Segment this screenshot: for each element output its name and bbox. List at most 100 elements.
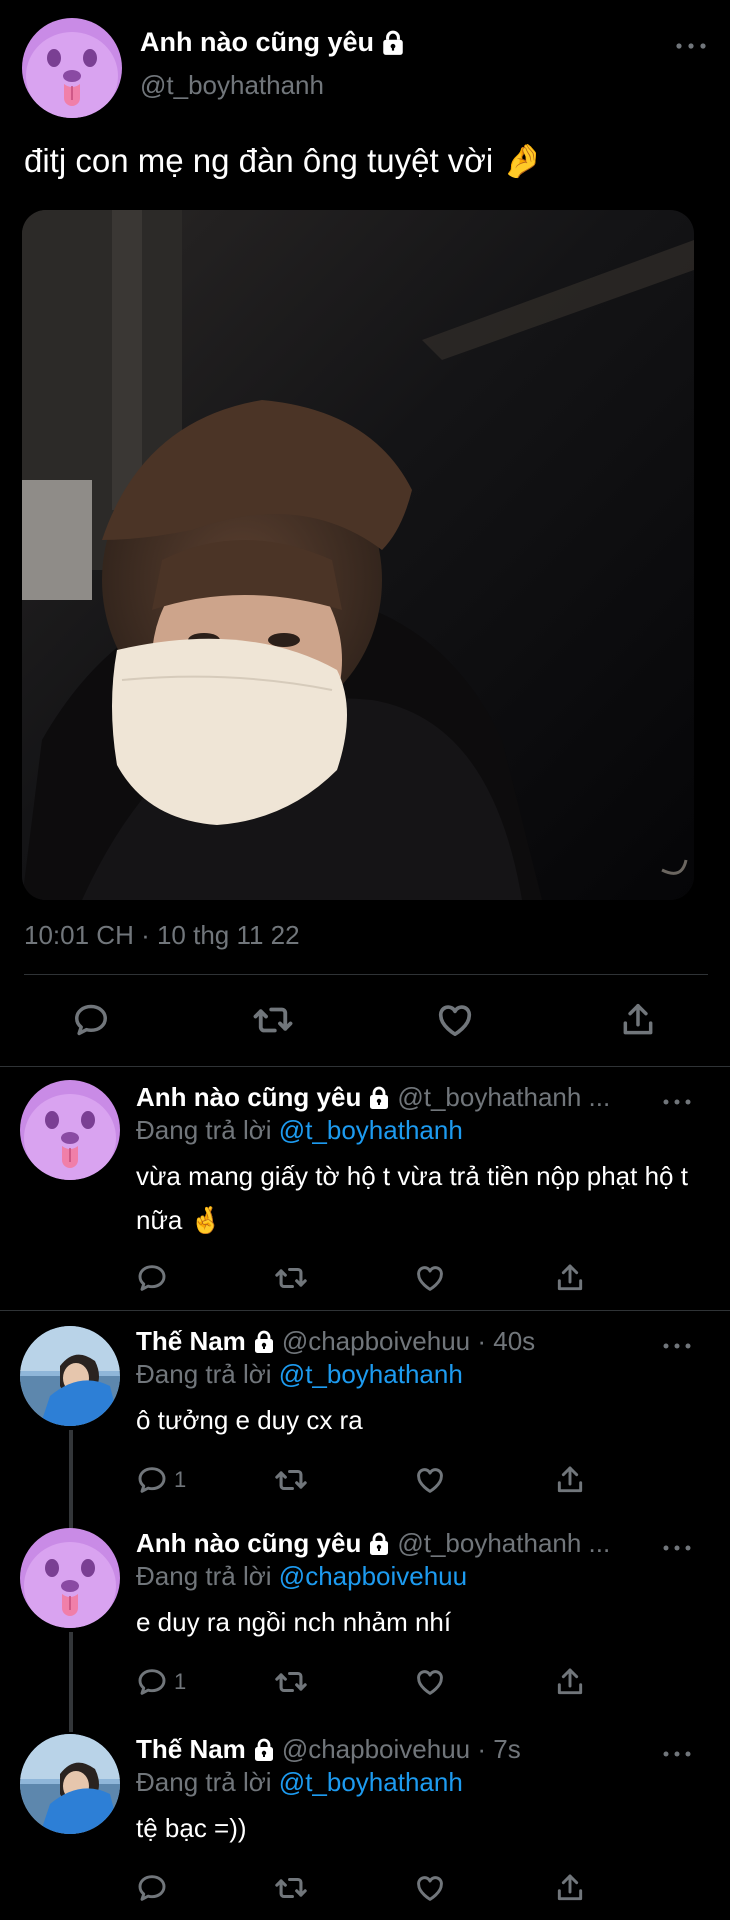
display-name-text: Anh nào cũng yêu bbox=[140, 27, 375, 57]
display-name[interactable]: Thế Nam bbox=[136, 1326, 246, 1357]
retweet-button[interactable] bbox=[274, 1870, 308, 1906]
reply-actions: 1 bbox=[136, 1664, 616, 1700]
more-icon[interactable] bbox=[662, 1095, 692, 1109]
like-button[interactable] bbox=[414, 1462, 446, 1498]
retweet-icon bbox=[274, 1871, 308, 1905]
lock-icon bbox=[252, 1738, 276, 1762]
reply-actions bbox=[136, 1260, 616, 1296]
reply-tweet[interactable]: Thế Nam @chapboivehuu · 40s Đang trả lời… bbox=[0, 1310, 730, 1512]
main-tweet: Anh nào cũng yêu @t_boyhathanh đitj con … bbox=[0, 0, 730, 1066]
reply-text: e duy ra ngồi nch nhảm nhí bbox=[136, 1607, 452, 1637]
reply-button[interactable] bbox=[66, 995, 116, 1045]
share-button[interactable] bbox=[613, 995, 663, 1045]
share-button[interactable] bbox=[554, 1870, 586, 1906]
lock-icon bbox=[380, 30, 406, 56]
like-icon bbox=[414, 1262, 446, 1294]
retweet-icon bbox=[252, 999, 294, 1041]
reply-header: Thế Nam @chapboivehuu · 7s bbox=[136, 1734, 656, 1765]
display-name[interactable]: Anh nào cũng yêu bbox=[136, 1528, 361, 1559]
tweet-media[interactable] bbox=[22, 210, 694, 900]
replying-label: Đang trả lời bbox=[136, 1115, 272, 1145]
replying-label: Đang trả lời bbox=[136, 1359, 272, 1389]
retweet-icon bbox=[274, 1463, 308, 1497]
avatar[interactable] bbox=[20, 1528, 120, 1628]
avatar[interactable] bbox=[22, 18, 122, 118]
more-icon[interactable] bbox=[662, 1747, 692, 1761]
more-icon[interactable] bbox=[662, 1541, 692, 1555]
replying-label: Đang trả lời bbox=[136, 1767, 272, 1797]
timestamp[interactable]: 10:01 CH · 10 thg 11 22 bbox=[24, 920, 300, 951]
mention-link[interactable]: @t_boyhathanh bbox=[279, 1767, 463, 1797]
reply-text: vừa mang giấy tờ hộ t vừa trả tiền nộp p… bbox=[136, 1161, 688, 1235]
reply-actions bbox=[136, 1870, 616, 1906]
reply-icon bbox=[136, 1666, 168, 1698]
cat-avatar-image bbox=[22, 18, 122, 118]
reply-icon bbox=[136, 1872, 168, 1904]
retweet-button[interactable] bbox=[248, 995, 298, 1045]
more-icon[interactable] bbox=[674, 36, 708, 56]
mention-link[interactable]: @t_boyhathanh bbox=[279, 1115, 463, 1145]
handle-meta[interactable]: @t_boyhathanh ... bbox=[397, 1082, 610, 1113]
like-icon bbox=[435, 1000, 475, 1040]
reply-icon bbox=[136, 1464, 168, 1496]
replying-to: Đang trả lời @chapboivehuu bbox=[136, 1561, 467, 1592]
divider bbox=[24, 974, 708, 975]
share-icon bbox=[554, 1666, 586, 1698]
replying-label: Đang trả lời bbox=[136, 1561, 272, 1591]
like-button[interactable] bbox=[414, 1870, 446, 1906]
mention-link[interactable]: @t_boyhathanh bbox=[279, 1359, 463, 1389]
share-icon bbox=[554, 1464, 586, 1496]
reply-button[interactable]: 1 bbox=[136, 1462, 186, 1498]
handle[interactable]: @t_boyhathanh bbox=[140, 70, 324, 101]
reply-tweet[interactable]: Anh nào cũng yêu @t_boyhathanh ... Đang … bbox=[0, 1512, 730, 1714]
like-button[interactable] bbox=[414, 1664, 446, 1700]
share-button[interactable] bbox=[554, 1462, 586, 1498]
lock-icon bbox=[252, 1330, 276, 1354]
profile-photo-image bbox=[20, 1326, 120, 1426]
share-icon bbox=[554, 1262, 586, 1294]
reply-text: tệ bạc =)) bbox=[136, 1813, 247, 1843]
retweet-button[interactable] bbox=[274, 1260, 308, 1296]
reply-header: Anh nào cũng yêu @t_boyhathanh ... bbox=[136, 1082, 656, 1113]
reply-count: 1 bbox=[174, 1669, 187, 1694]
handle-meta[interactable]: @chapboivehuu · 40s bbox=[282, 1326, 535, 1357]
reply-count: 1 bbox=[174, 1467, 187, 1492]
handle-meta[interactable]: @chapboivehuu · 7s bbox=[282, 1734, 521, 1765]
replying-to: Đang trả lời @t_boyhathanh bbox=[136, 1359, 463, 1390]
like-button[interactable] bbox=[430, 995, 480, 1045]
reply-button[interactable] bbox=[136, 1260, 174, 1296]
avatar[interactable] bbox=[20, 1080, 120, 1180]
profile-photo-image bbox=[20, 1734, 120, 1834]
reply-actions: 1 bbox=[136, 1462, 616, 1498]
reply-text: ô tưởng e duy cx ra bbox=[136, 1405, 363, 1435]
mention-link[interactable]: @chapboivehuu bbox=[279, 1561, 467, 1591]
share-button[interactable] bbox=[554, 1260, 586, 1296]
cat-avatar-image bbox=[20, 1528, 120, 1628]
like-button[interactable] bbox=[414, 1260, 446, 1296]
retweet-icon bbox=[274, 1665, 308, 1699]
reply-tweet[interactable]: Anh nào cũng yêu @t_boyhathanh ... Đang … bbox=[0, 1066, 730, 1310]
replying-to: Đang trả lời @t_boyhathanh bbox=[136, 1115, 463, 1146]
share-button[interactable] bbox=[554, 1664, 586, 1700]
display-name[interactable]: Thế Nam bbox=[136, 1734, 246, 1765]
handle-meta[interactable]: @t_boyhathanh ... bbox=[397, 1528, 610, 1559]
retweet-button[interactable] bbox=[274, 1462, 308, 1498]
more-icon[interactable] bbox=[662, 1339, 692, 1353]
like-icon bbox=[414, 1872, 446, 1904]
share-icon bbox=[554, 1872, 586, 1904]
reply-tweet[interactable]: Thế Nam @chapboivehuu · 7s Đang trả lời … bbox=[0, 1714, 730, 1920]
retweet-icon bbox=[274, 1261, 308, 1295]
retweet-button[interactable] bbox=[274, 1664, 308, 1700]
reply-button[interactable] bbox=[136, 1870, 174, 1906]
display-name[interactable]: Anh nào cũng yêu bbox=[140, 27, 406, 58]
avatar[interactable] bbox=[20, 1734, 120, 1834]
lock-icon bbox=[367, 1086, 391, 1110]
photo-image bbox=[22, 210, 694, 900]
lock-icon bbox=[367, 1532, 391, 1556]
avatar[interactable] bbox=[20, 1326, 120, 1426]
reply-button[interactable]: 1 bbox=[136, 1664, 186, 1700]
share-icon bbox=[619, 1001, 657, 1039]
display-name[interactable]: Anh nào cũng yêu bbox=[136, 1082, 361, 1113]
reply-icon bbox=[72, 1001, 110, 1039]
reply-icon bbox=[136, 1262, 168, 1294]
